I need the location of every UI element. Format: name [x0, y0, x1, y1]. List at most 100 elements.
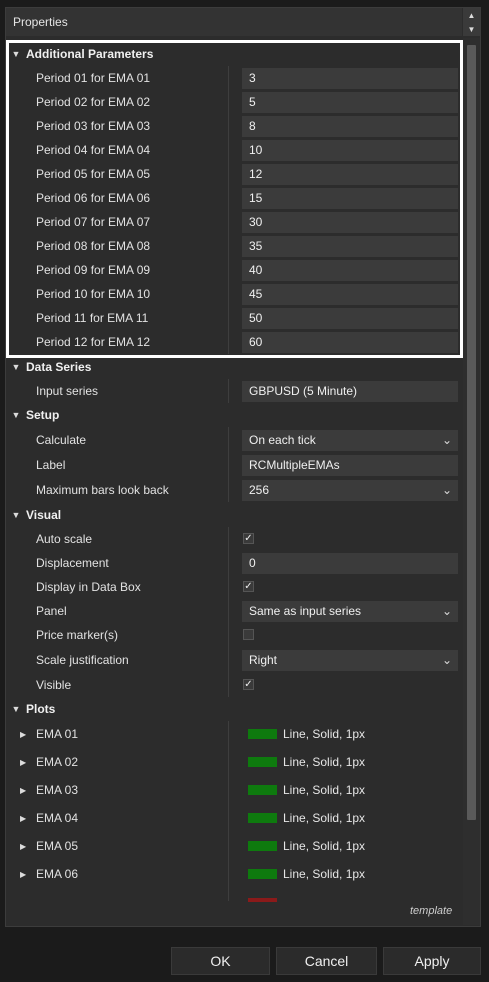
- period-04-input[interactable]: 10: [241, 139, 458, 161]
- plot-label: EMA 03: [36, 783, 79, 797]
- category-data-series[interactable]: ▼ Data Series: [6, 355, 462, 379]
- period-05-input[interactable]: 12: [241, 163, 458, 185]
- category-plots[interactable]: ▼ Plots: [6, 697, 462, 721]
- scale-justification-select[interactable]: Right ⌄: [241, 649, 458, 671]
- category-additional-parameters[interactable]: ▼ Additional Parameters: [6, 42, 462, 66]
- period-08-input[interactable]: 35: [241, 235, 458, 257]
- category-visual[interactable]: ▼ Visual: [6, 503, 462, 527]
- property-label: Period 08 for EMA 08: [36, 239, 151, 253]
- plot-row-ema-05[interactable]: ▶ EMA 05 Line, Solid, 1px: [6, 834, 462, 858]
- property-label: Period 11 for EMA 11: [36, 311, 149, 325]
- vertical-scrollbar[interactable]: [463, 38, 480, 925]
- collapse-triangle-icon[interactable]: ▼: [6, 704, 26, 714]
- chevron-down-icon[interactable]: ⌄: [442, 483, 452, 497]
- plot-row-ema-02[interactable]: ▶ EMA 02 Line, Solid, 1px: [6, 750, 462, 774]
- property-label: Input series: [36, 384, 99, 398]
- property-label: Panel: [36, 604, 67, 618]
- period-10-input[interactable]: 45: [241, 283, 458, 305]
- period-01-input[interactable]: 3: [241, 67, 458, 89]
- template-link[interactable]: template: [410, 905, 452, 917]
- period-11-input[interactable]: 50: [241, 307, 458, 329]
- plot-style-value[interactable]: Line, Solid, 1px: [283, 867, 365, 881]
- period-06-input[interactable]: 15: [241, 187, 458, 209]
- title-scroll-buttons[interactable]: ▲ ▼: [463, 8, 480, 36]
- expand-triangle-icon[interactable]: ▶: [20, 814, 26, 823]
- period-07-input[interactable]: 30: [241, 211, 458, 233]
- plot-style-value[interactable]: Line, Solid, 1px: [283, 755, 365, 769]
- ok-button[interactable]: OK: [171, 947, 270, 975]
- property-label: Period 05 for EMA 05: [36, 167, 151, 181]
- plot-color-swatch: [248, 898, 277, 902]
- period-09-input[interactable]: 40: [241, 259, 458, 281]
- properties-title-bar: Properties: [6, 8, 462, 36]
- expand-triangle-icon[interactable]: ▶: [20, 786, 26, 795]
- property-row-period-07: Period 07 for EMA 07 30: [6, 210, 462, 234]
- plot-label: EMA 05: [36, 839, 79, 853]
- plot-color-swatch: [248, 785, 277, 795]
- data-box-checkbox[interactable]: ✓: [243, 581, 254, 592]
- period-02-input[interactable]: 5: [241, 91, 458, 113]
- chevron-down-icon[interactable]: ⌄: [442, 433, 452, 447]
- property-row-period-11: Period 11 for EMA 11 50: [6, 306, 462, 330]
- plot-style-value[interactable]: Line, Solid, 1px: [283, 727, 365, 741]
- plot-row-ema-03[interactable]: ▶ EMA 03 Line, Solid, 1px: [6, 778, 462, 802]
- expand-triangle-icon[interactable]: ▶: [20, 730, 26, 739]
- scroll-thumb[interactable]: [467, 45, 476, 820]
- visible-checkbox[interactable]: ✓: [243, 679, 254, 690]
- property-label: Period 06 for EMA 06: [36, 191, 151, 205]
- plot-label: EMA 04: [36, 811, 79, 825]
- collapse-triangle-icon[interactable]: ▼: [6, 410, 26, 420]
- plot-row-ema-04[interactable]: ▶ EMA 04 Line, Solid, 1px: [6, 806, 462, 830]
- period-12-input[interactable]: 60: [241, 331, 458, 353]
- scroll-down-icon[interactable]: ▼: [468, 25, 476, 34]
- property-label: Period 10 for EMA 10: [36, 287, 151, 301]
- chevron-down-icon[interactable]: ⌄: [442, 604, 452, 618]
- cancel-button[interactable]: Cancel: [276, 947, 377, 975]
- price-marker-checkbox[interactable]: [243, 629, 254, 640]
- property-row-max-bars: Maximum bars look back 256 ⌄: [6, 478, 462, 502]
- property-label: Maximum bars look back: [36, 483, 169, 497]
- property-label: Visible: [36, 678, 72, 692]
- category-label: Visual: [26, 508, 62, 522]
- plot-row-ema-01[interactable]: ▶ EMA 01 Line, Solid, 1px: [6, 722, 462, 746]
- property-label: Period 03 for EMA 03: [36, 119, 151, 133]
- property-row-auto-scale: Auto scale ✓: [6, 527, 462, 551]
- property-row-panel: Panel Same as input series ⌄: [6, 599, 462, 623]
- property-row-displacement: Displacement 0: [6, 551, 462, 575]
- property-label: Period 01 for EMA 01: [36, 71, 151, 85]
- collapse-triangle-icon[interactable]: ▼: [6, 510, 26, 520]
- scroll-up-icon[interactable]: ▲: [468, 11, 476, 20]
- label-input[interactable]: RCMultipleEMAs: [241, 454, 458, 476]
- chevron-down-icon[interactable]: ⌄: [442, 653, 452, 667]
- category-label: Setup: [26, 408, 60, 422]
- plot-style-value[interactable]: Line, Solid, 1px: [283, 811, 365, 825]
- category-label: Additional Parameters: [26, 47, 154, 61]
- collapse-triangle-icon[interactable]: ▼: [6, 362, 26, 372]
- property-row-period-01: Period 01 for EMA 01 3: [6, 66, 462, 90]
- max-bars-select[interactable]: 256 ⌄: [241, 479, 458, 501]
- displacement-input[interactable]: 0: [241, 552, 458, 574]
- property-row-data-box: Display in Data Box ✓: [6, 575, 462, 599]
- plot-style-value[interactable]: Line, Solid, 1px: [283, 839, 365, 853]
- plot-label: EMA 01: [36, 727, 79, 741]
- property-row-period-03: Period 03 for EMA 03 8: [6, 114, 462, 138]
- calculate-select[interactable]: On each tick ⌄: [241, 429, 458, 451]
- input-series-field[interactable]: GBPUSD (5 Minute): [241, 380, 458, 402]
- expand-triangle-icon[interactable]: ▶: [20, 870, 26, 879]
- period-03-input[interactable]: 8: [241, 115, 458, 137]
- property-row-calculate: Calculate On each tick ⌄: [6, 428, 462, 452]
- plot-row-ema-06[interactable]: ▶ EMA 06 Line, Solid, 1px: [6, 862, 462, 886]
- panel-select[interactable]: Same as input series ⌄: [241, 600, 458, 622]
- category-setup[interactable]: ▼ Setup: [6, 403, 462, 427]
- collapse-triangle-icon[interactable]: ▼: [6, 49, 26, 59]
- property-label: Period 04 for EMA 04: [36, 143, 151, 157]
- expand-triangle-icon[interactable]: ▶: [20, 758, 26, 767]
- property-row-period-10: Period 10 for EMA 10 45: [6, 282, 462, 306]
- property-label: Scale justification: [36, 653, 129, 667]
- expand-triangle-icon[interactable]: ▶: [20, 842, 26, 851]
- plot-style-value[interactable]: Line, Solid, 1px: [283, 783, 365, 797]
- apply-button[interactable]: Apply: [383, 947, 481, 975]
- plot-label: EMA 06: [36, 867, 79, 881]
- property-label: Calculate: [36, 433, 87, 447]
- auto-scale-checkbox[interactable]: ✓: [243, 533, 254, 544]
